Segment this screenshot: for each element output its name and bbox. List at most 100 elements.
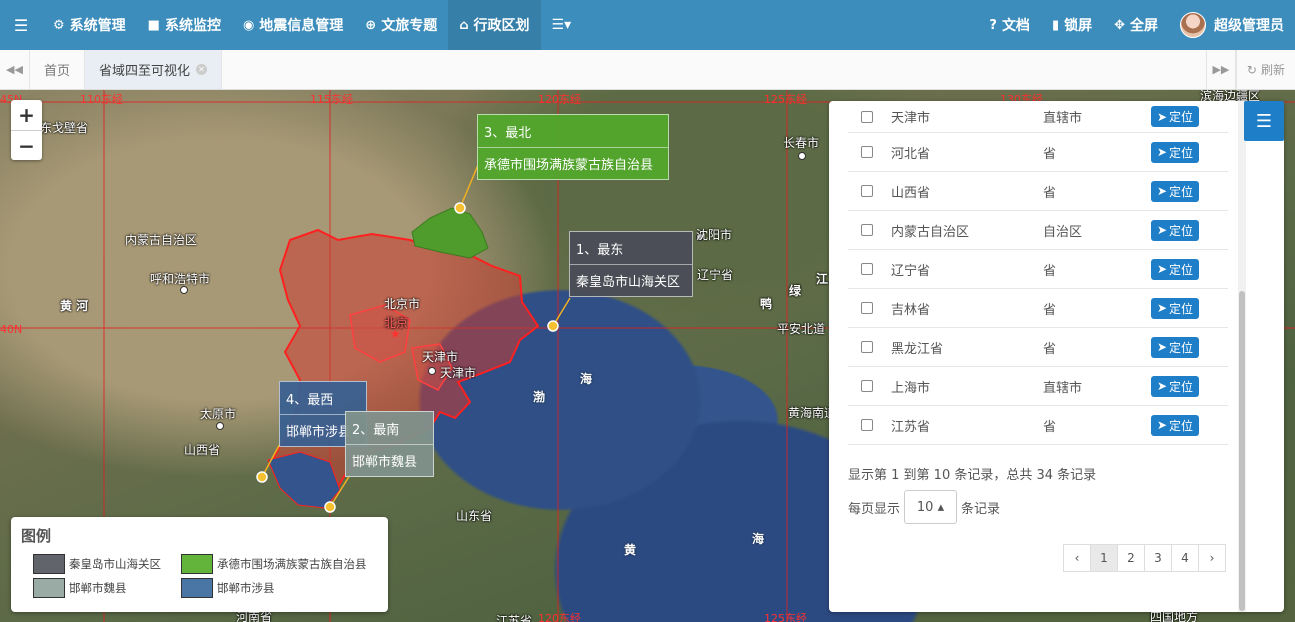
sea-label: 海 [580,372,593,386]
grid-label: 120东经 [538,93,581,106]
locate-button[interactable]: ➤ 定位 [1151,297,1199,319]
zoom-control: + − [11,100,42,160]
send-icon: ➤ [1156,262,1168,276]
question-icon: ? [989,17,997,33]
city-marker[interactable] [798,152,806,160]
send-icon: ➤ [1156,379,1168,393]
leader-line-north [459,164,479,209]
locate-button[interactable]: ➤ 定位 [1151,180,1199,202]
legend-label: 邯郸市魏县 [69,581,127,595]
map-legend: 图例 秦皇岛市山海关区 承德市围场满族蒙古族自治县 邯郸市魏县 邯郸市涉县 [11,517,388,612]
tab-province-extremes[interactable]: 省域四至可视化 ✕ [85,50,223,89]
nav-label: 系统监控 [164,18,221,34]
page-button-1[interactable]: 1 [1090,544,1118,572]
locate-button[interactable]: ➤ 定位 [1151,106,1199,127]
legend-item: 承德市围场满族蒙古族自治县 [181,554,381,574]
tab-spacer [222,50,1206,89]
table-row: 山西省 省 ➤ 定位 [848,172,1228,211]
expand-icon: ✥ [1114,17,1125,33]
callout-northmost[interactable]: 3、最北 承德市围场满族蒙古族自治县 [477,114,669,180]
lock-screen-button[interactable]: ▮ 锁屏 [1041,0,1103,50]
nav-system-management[interactable]: ⚙ 系统管理 [42,0,137,50]
locate-button[interactable]: ➤ 定位 [1151,336,1199,358]
row-checkbox[interactable] [861,110,873,123]
row-checkbox[interactable] [861,380,873,392]
zoom-out-button[interactable]: − [11,130,42,160]
place-label: 黄 河 [60,299,89,313]
row-name: 辽宁省 [891,263,931,279]
callout-southmost[interactable]: 2、最南 邯郸市魏县 [345,411,434,477]
pagination-info: 显示第 1 到第 10 条记录，总共 34 条记录 [848,468,1097,483]
row-checkbox[interactable] [861,224,873,236]
page-next-button[interactable]: › [1198,544,1226,572]
point-south[interactable] [324,501,336,513]
close-icon[interactable]: ✕ [196,64,208,75]
page-button-4[interactable]: 4 [1171,544,1199,572]
callout-eastmost[interactable]: 1、最东 秦皇岛市山海关区 [569,231,693,297]
city-marker[interactable] [180,286,188,294]
tab-home[interactable]: 首页 [30,50,86,89]
point-east[interactable] [547,320,559,332]
city-marker[interactable] [216,422,224,430]
nav-label: 文旅专题 [381,18,438,34]
legend-swatch [181,554,213,574]
zoom-in-button[interactable]: + [11,100,42,130]
row-name: 吉林省 [891,302,931,318]
city-marker[interactable] [428,367,436,375]
grid-label: 125东经 [764,612,807,622]
locate-label: 定位 [1169,184,1194,199]
nav-right-group: ? 文档 ▮ 锁屏 ✥ 全屏 超级管理员 [978,0,1295,50]
refresh-icon: ↻ [1246,62,1257,77]
lock-icon: ▮ [1051,17,1060,33]
nav-more-dropdown[interactable]: ☰▾ [541,0,583,50]
place-label: 平安北道 [777,322,826,336]
legend-label: 秦皇岛市山海关区 [69,557,161,571]
refresh-button[interactable]: ↻ 刷新 [1235,50,1295,89]
send-icon: ➤ [1156,223,1168,237]
panel-scrollbar[interactable] [1238,101,1246,612]
row-checkbox[interactable] [861,302,873,314]
locate-button[interactable]: ➤ 定位 [1151,219,1199,241]
send-icon: ➤ [1156,109,1168,124]
legend-item: 邯郸市魏县 [33,578,181,598]
point-north[interactable] [454,202,466,214]
locate-button[interactable]: ➤ 定位 [1151,375,1199,397]
place-label: 长春市 [783,136,820,150]
row-checkbox[interactable] [861,419,873,431]
user-name: 超级管理员 [1214,18,1284,34]
nav-earthquake-info[interactable]: ◉ 地震信息管理 [232,0,354,50]
callout-title: 3、最北 [484,125,532,141]
legend-swatch [181,578,213,598]
row-checkbox[interactable] [861,341,873,353]
docs-link[interactable]: ? 文档 [978,0,1041,50]
menu-toggle-icon[interactable]: ☰ [0,0,42,50]
page-button-3[interactable]: 3 [1144,544,1172,572]
row-checkbox[interactable] [861,185,873,197]
page-button-2[interactable]: 2 [1117,544,1145,572]
scrollbar-thumb[interactable] [1239,291,1245,611]
fullscreen-button[interactable]: ✥ 全屏 [1103,0,1169,50]
panel-toggle-button[interactable]: ☰ [1244,101,1284,141]
table-row: 辽宁省 省 ➤ 定位 [848,250,1228,289]
tab-scroll-left-icon[interactable]: ◀◀ [0,50,30,89]
row-checkbox[interactable] [861,146,873,158]
locate-label: 定位 [1169,145,1194,160]
page-size-select[interactable]: 10 ▴ [904,490,958,524]
callout-title: 4、最西 [286,392,334,408]
user-menu[interactable]: 超级管理员 [1169,0,1295,50]
tab-scroll-right-icon[interactable]: ▶▶ [1205,50,1236,89]
avatar [1180,12,1206,38]
page-prev-button[interactable]: ‹ [1063,544,1091,572]
locate-button[interactable]: ➤ 定位 [1151,258,1199,280]
locate-label: 定位 [1169,340,1194,355]
row-name: 天津市 [891,111,931,126]
row-checkbox[interactable] [861,263,873,275]
locate-button[interactable]: ➤ 定位 [1151,414,1199,436]
place-label: 山东省 [456,509,493,523]
locate-button[interactable]: ➤ 定位 [1151,141,1199,163]
nav-system-monitor[interactable]: ■ 系统监控 [137,0,232,50]
refresh-label: 刷新 [1260,63,1285,77]
point-west[interactable] [256,471,268,483]
nav-culture-tourism[interactable]: ⊕ 文旅专题 [354,0,448,50]
nav-administrative-division[interactable]: ⌂ 行政区划 [448,0,541,50]
